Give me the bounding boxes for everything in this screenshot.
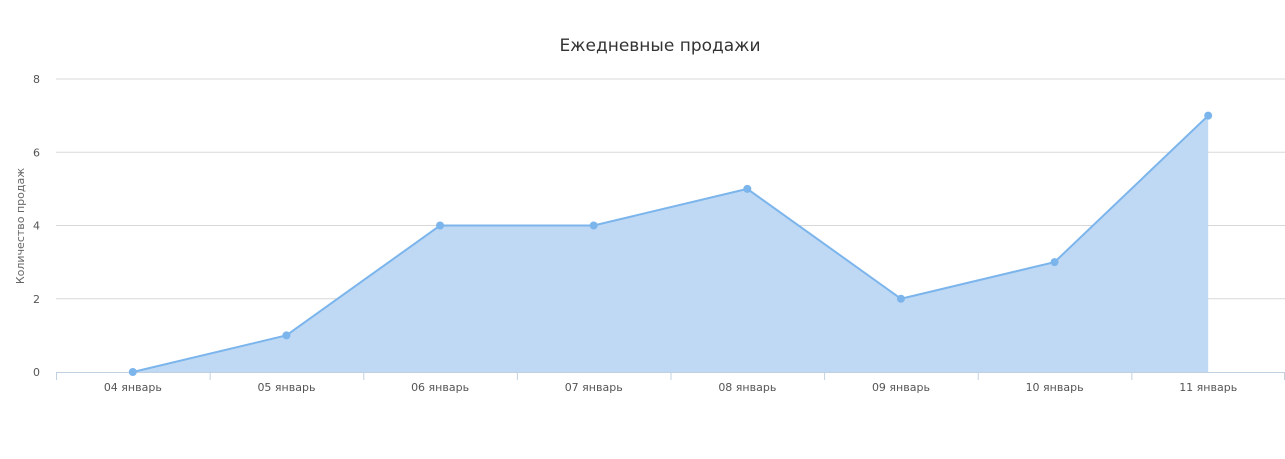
chart-title: Ежедневные продажи bbox=[559, 36, 760, 56]
data-point-6[interactable] bbox=[1050, 258, 1059, 267]
series-area-fill bbox=[132, 115, 1209, 372]
x-tick-label: 05 январь bbox=[257, 381, 315, 394]
y-axis-label: Количество продаж bbox=[14, 168, 27, 284]
data-point-1[interactable] bbox=[282, 331, 291, 340]
series-area bbox=[132, 114, 1209, 373]
x-axis bbox=[56, 372, 1285, 380]
area-chart: Ежедневные продажи Количество продаж 0 2 4… bbox=[14, 36, 1285, 394]
x-tick-label: 09 январь bbox=[872, 381, 930, 394]
y-tick-label: 8 bbox=[33, 73, 40, 86]
x-tick-label: 04 январь bbox=[104, 381, 162, 394]
y-tick-label: 6 bbox=[33, 146, 40, 159]
chart-container: Ежедневные продажи Количество продаж 0 2 4… bbox=[0, 0, 1285, 455]
x-axis-ticks: 04 январь 05 январь 06 январь 07 январь 08 я… bbox=[104, 381, 1237, 394]
x-tick-label: 11 январь bbox=[1179, 381, 1237, 394]
y-axis-ticks: 0 2 4 6 8 bbox=[33, 73, 40, 379]
x-tick-label: 06 январь bbox=[411, 381, 469, 394]
y-tick-label: 2 bbox=[33, 293, 40, 306]
x-tick-label: 10 январь bbox=[1026, 381, 1084, 394]
y-tick-label: 4 bbox=[33, 220, 40, 233]
data-point-7[interactable] bbox=[1204, 111, 1213, 120]
data-point-5[interactable] bbox=[896, 294, 905, 303]
x-tick-label: 08 январь bbox=[718, 381, 776, 394]
y-tick-label: 0 bbox=[33, 366, 40, 379]
data-point-4[interactable] bbox=[743, 184, 752, 193]
x-tick-label: 07 январь bbox=[565, 381, 623, 394]
data-point-3[interactable] bbox=[589, 221, 598, 230]
data-point-2[interactable] bbox=[436, 221, 445, 230]
data-point-0[interactable] bbox=[128, 368, 137, 376]
